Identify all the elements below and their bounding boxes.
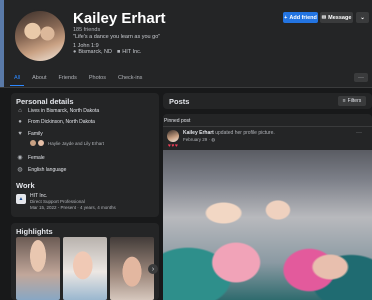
detail-language: ◍ English language xyxy=(16,166,67,174)
tab-photos[interactable]: Photos xyxy=(83,75,112,86)
work-icon: ■ xyxy=(116,49,121,55)
chevron-down-icon: ⌄ xyxy=(360,14,365,21)
globe-icon: ◍ xyxy=(17,167,23,173)
profile-name: Kailey Erhart xyxy=(73,10,166,27)
post-author-name[interactable]: Kailey Erhart xyxy=(183,130,214,136)
gender-text: Female xyxy=(28,154,45,161)
chevron-right-icon[interactable]: › xyxy=(148,264,158,274)
detail-gender: ◉ Female xyxy=(16,154,45,162)
work-title: Work xyxy=(16,181,35,190)
family-member-avatar xyxy=(30,140,36,146)
post-action-text: updated her profile picture. xyxy=(215,130,275,136)
tab-all[interactable]: All xyxy=(8,75,26,86)
more-options-button[interactable]: ⌄ xyxy=(356,12,369,23)
family-icon: ♥ xyxy=(18,131,22,137)
profile-bio: "Life's a dance you learn as you go" xyxy=(73,34,161,40)
job-dates: Mar 15, 2022 - Present · 4 years, 4 mont… xyxy=(30,205,116,210)
pinned-post-label: Pinned post xyxy=(164,118,191,124)
location-text: Bismarck, ND xyxy=(78,49,112,55)
from-text: From Dickinson, North Dakota xyxy=(28,119,95,125)
tab-about[interactable]: About xyxy=(26,75,52,86)
location-pin-icon: ● xyxy=(73,49,77,55)
eye-icon: ◉ xyxy=(17,155,23,161)
highlight-photo[interactable] xyxy=(63,237,107,300)
job-title: Direct Support Professional xyxy=(30,199,85,204)
detail-from: ● From Dickinson, North Dakota xyxy=(16,119,95,125)
post-more-button[interactable]: ··· xyxy=(356,130,362,136)
profile-tabs: All About Friends Photos Check-ins xyxy=(0,70,372,86)
post-date[interactable]: February 29 · xyxy=(183,137,211,142)
post-meta: February 29 · ◍ xyxy=(183,137,215,143)
family-members-text: Haylie Jayde and Lily Erhart xyxy=(48,140,105,146)
home-icon: ⌂ xyxy=(18,108,22,114)
language-text: English language xyxy=(28,166,67,173)
highlights-title: Highlights xyxy=(16,227,53,236)
personal-details-title: Personal details xyxy=(16,97,74,106)
add-friend-button[interactable]: + Add friend xyxy=(283,12,318,23)
profile-avatar[interactable] xyxy=(13,9,67,63)
family-members-row[interactable]: Haylie Jayde and Lily Erhart xyxy=(30,140,104,146)
add-friend-icon: + xyxy=(284,14,288,21)
employer-logo-icon: ▲ xyxy=(18,196,24,202)
post-photo[interactable] xyxy=(163,150,372,300)
globe-icon: ◍ xyxy=(211,137,216,142)
filters-label: Filters xyxy=(347,98,362,104)
tab-check-ins[interactable]: Check-ins xyxy=(112,75,148,86)
friends-count[interactable]: 185 friends xyxy=(73,27,100,33)
tabs-more-button[interactable]: ··· xyxy=(354,73,368,82)
pinned-divider xyxy=(163,126,372,127)
work-text: HIT Inc. xyxy=(122,49,142,55)
message-label: Message xyxy=(328,14,352,21)
add-friend-label: Add friend xyxy=(289,14,317,21)
lives-in-text: Lives in Bismarck, North Dakota xyxy=(28,108,100,114)
messenger-icon: ✉ xyxy=(321,14,327,21)
highlight-photo[interactable] xyxy=(16,237,60,300)
employer-logo: ▲ xyxy=(16,194,26,204)
post-author-avatar[interactable] xyxy=(167,130,179,142)
reaction-hearts[interactable]: ♥♥♥ xyxy=(168,143,178,149)
family-label: Family xyxy=(28,131,43,137)
post-header-line: Kailey Erhart updated her profile pictur… xyxy=(183,130,275,136)
filter-icon: ≡ xyxy=(342,98,346,104)
header-divider xyxy=(0,87,372,88)
detail-lives-in: ⌂ Lives in Bismarck, North Dakota xyxy=(16,108,99,114)
location-work-row: ● Bismarck, ND ■ HIT Inc. xyxy=(73,49,141,55)
posts-title: Posts xyxy=(169,97,190,106)
detail-family: ♥ Family xyxy=(16,131,43,137)
filters-button[interactable]: ≡ Filters xyxy=(338,96,366,106)
family-member-avatar xyxy=(38,140,44,146)
tab-friends[interactable]: Friends xyxy=(53,75,83,86)
location-pin-icon: ● xyxy=(18,119,22,125)
message-button[interactable]: ✉ Message xyxy=(320,12,353,23)
